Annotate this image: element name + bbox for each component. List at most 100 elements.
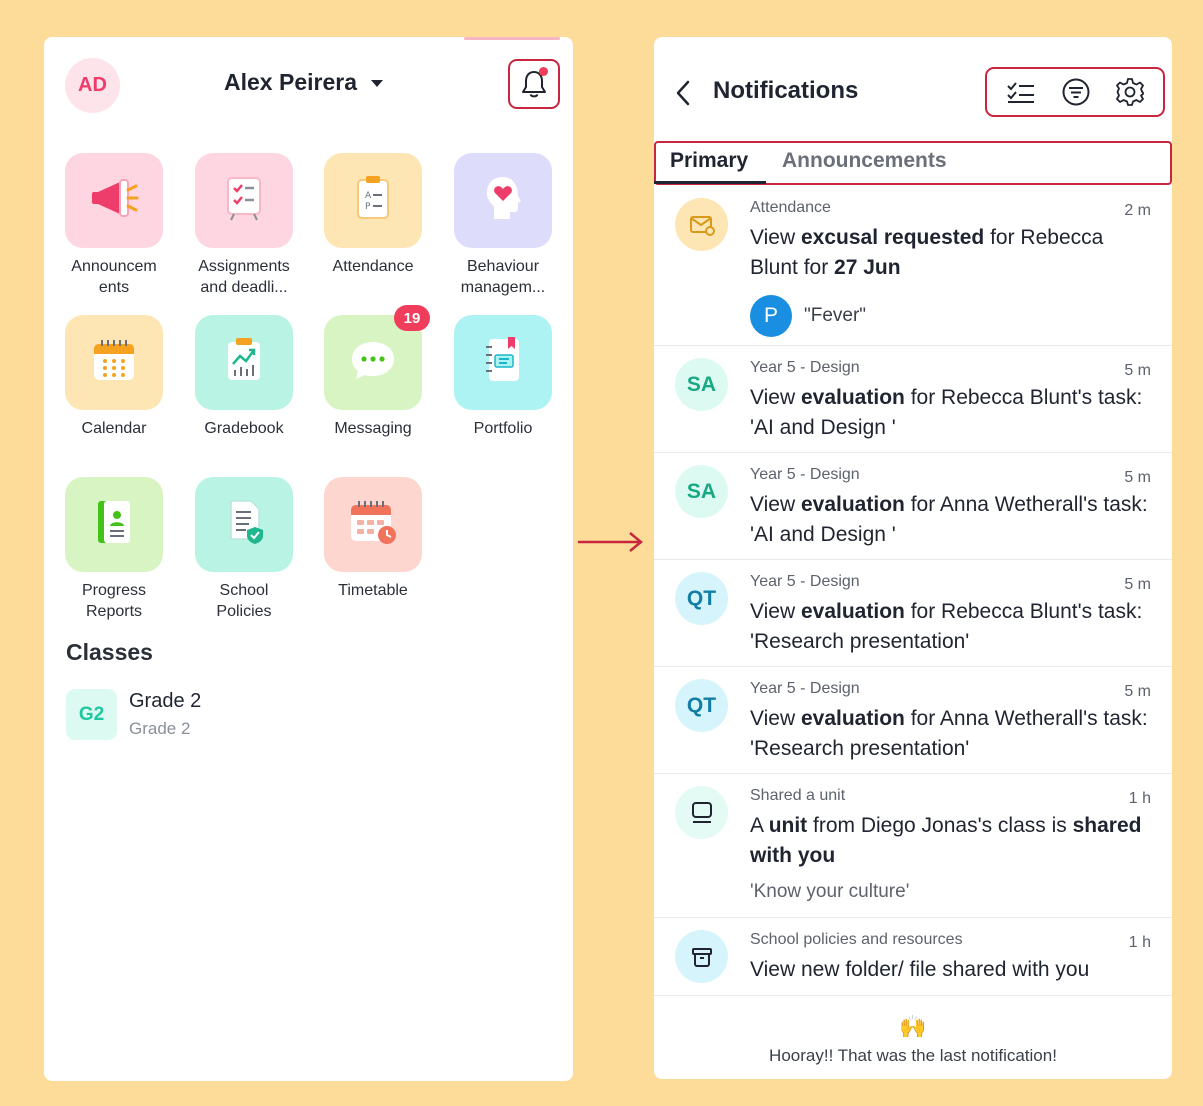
notification-text: View evaluation for Anna Wetherall's tas…	[750, 490, 1152, 550]
app-attendance[interactable]: A P Attendance	[318, 153, 428, 277]
sender-initials: QT	[675, 572, 728, 625]
notification-item[interactable]: Attendance 2 m View excusal requested for …	[654, 186, 1172, 346]
app-timetable[interactable]: Timetable	[318, 477, 428, 601]
tab-primary[interactable]: Primary	[670, 149, 748, 173]
app-calendar[interactable]: Calendar	[59, 315, 169, 439]
sender-initials: QT	[675, 679, 728, 732]
app-portfolio[interactable]: Portfolio	[448, 315, 558, 439]
notifications-button[interactable]	[508, 59, 560, 109]
filter-icon[interactable]	[1061, 77, 1091, 107]
emphasis-text: evaluation	[800, 707, 905, 730]
app-tile	[195, 477, 293, 572]
body-text: A	[750, 814, 769, 837]
notification-category: Shared a unit	[750, 787, 846, 804]
tab-announcements[interactable]: Announcements	[782, 149, 947, 173]
end-of-list: 🙌 Hooray!! That was the last notificatio…	[654, 1014, 1172, 1066]
class-name: Grade 2	[129, 690, 202, 712]
archive-icon	[675, 930, 728, 983]
end-message: Hooray!! That was the last notification!	[769, 1046, 1057, 1065]
user-switcher[interactable]: Alex Peirera	[224, 69, 383, 96]
app-gradebook[interactable]: Gradebook	[189, 315, 299, 439]
timetable-icon	[347, 497, 399, 552]
envelope-icon	[675, 198, 728, 251]
active-tab-indicator	[654, 181, 766, 184]
sender-initials: SA	[675, 358, 728, 411]
notification-time: 1 h	[1128, 934, 1151, 951]
notification-item[interactable]: QT Year 5 - Design 5 m View evaluation for …	[654, 667, 1172, 774]
gear-icon[interactable]	[1115, 77, 1145, 107]
notification-time: 5 m	[1124, 576, 1151, 593]
avatar[interactable]: AD	[65, 58, 120, 113]
body-text: View	[750, 386, 801, 409]
notification-time: 5 m	[1124, 683, 1151, 700]
notification-item[interactable]: Shared a unit 1 h A unit from Diego Jonas'…	[654, 774, 1172, 918]
app-tile	[454, 153, 552, 248]
app-label: Gradebook	[204, 420, 284, 437]
app-tile	[195, 315, 293, 410]
unread-count-badge: 19	[394, 305, 430, 331]
emphasis-text: excusal requested	[800, 226, 985, 249]
notification-dot	[539, 67, 548, 76]
body-text: View	[750, 226, 801, 249]
app-announcements[interactable]: Announcem ents	[59, 153, 169, 298]
emphasis-text: 27 Jun	[834, 256, 901, 279]
notification-category: Year 5 - Design	[750, 359, 860, 376]
app-tile	[454, 315, 552, 410]
app-tile: AP	[324, 153, 422, 248]
behaviour-icon	[480, 173, 526, 228]
notification-time: 2 m	[1124, 202, 1151, 219]
notification-item[interactable]: School policies and resources 1 h View new…	[654, 918, 1172, 996]
app-tile	[65, 315, 163, 410]
mark-all-read-icon[interactable]	[1005, 79, 1037, 105]
caret-down-icon	[370, 80, 383, 87]
excusal-reason: "Fever"	[804, 305, 867, 326]
app-assignments[interactable]: Assignments and deadli...	[189, 153, 299, 298]
app-label: Announcem ents	[71, 258, 157, 296]
app-messaging[interactable]: 19 Messaging	[318, 305, 430, 439]
app-school-policies[interactable]: School Policies	[189, 477, 299, 622]
emphasis-text: evaluation	[800, 600, 905, 623]
notification-time: 5 m	[1124, 362, 1151, 379]
app-tile	[65, 153, 163, 248]
notification-item[interactable]: QT Year 5 - Design 5 m View evaluation for …	[654, 560, 1172, 667]
gradebook-icon	[222, 336, 266, 389]
assignments-icon	[222, 174, 266, 227]
app-label: Attendance	[332, 258, 414, 275]
app-tile	[195, 153, 293, 248]
notification-actions	[985, 67, 1165, 117]
notification-category: Year 5 - Design	[750, 573, 860, 590]
notification-category: Year 5 - Design	[750, 680, 860, 697]
calendar-icon	[90, 336, 138, 389]
svg-text:A: A	[365, 191, 372, 201]
notification-text: View excusal requested for Rebecca Blunt…	[750, 223, 1152, 283]
class-badge: G2	[66, 689, 117, 740]
notification-text: View new folder/ file shared with you	[750, 955, 1152, 985]
unit-icon	[675, 786, 728, 839]
notification-text: View evaluation for Rebecca Blunt's task…	[750, 597, 1152, 657]
top-accent	[464, 37, 560, 40]
svg-text:P: P	[365, 202, 371, 212]
back-icon[interactable]	[674, 79, 692, 107]
notification-item[interactable]: SA Year 5 - Design 5 m View evaluation for …	[654, 346, 1172, 453]
body-text: View	[750, 600, 801, 623]
app-tile	[65, 477, 163, 572]
class-item-grade-2[interactable]: G2 Grade 2 Grade 2	[66, 689, 201, 740]
app-progress-reports[interactable]: Progress Reports	[59, 477, 169, 622]
emphasis-text: unit	[768, 814, 808, 837]
app-label: School Policies	[216, 582, 272, 620]
app-behaviour[interactable]: Behaviour managem...	[448, 153, 558, 298]
app-label: Assignments and deadli...	[198, 258, 290, 296]
tab-bar: Primary Announcements	[654, 141, 1172, 185]
notification-text: View evaluation for Anna Wetherall's tas…	[750, 704, 1152, 764]
notification-item[interactable]: SA Year 5 - Design 5 m View evaluation for …	[654, 453, 1172, 560]
app-tile: 19	[324, 305, 430, 410]
excusal-detail: P "Fever"	[750, 295, 1152, 337]
progress-reports-icon	[92, 497, 136, 552]
body-text: View	[750, 707, 801, 730]
portfolio-icon	[481, 335, 525, 390]
body-text: from Diego Jonas's class is	[807, 814, 1073, 837]
notification-category: School policies and resources	[750, 931, 963, 948]
home-panel: AD Alex Peirera Announcem ents Assignment…	[44, 37, 573, 1081]
app-label: Calendar	[81, 420, 147, 437]
app-label: Portfolio	[473, 420, 533, 437]
